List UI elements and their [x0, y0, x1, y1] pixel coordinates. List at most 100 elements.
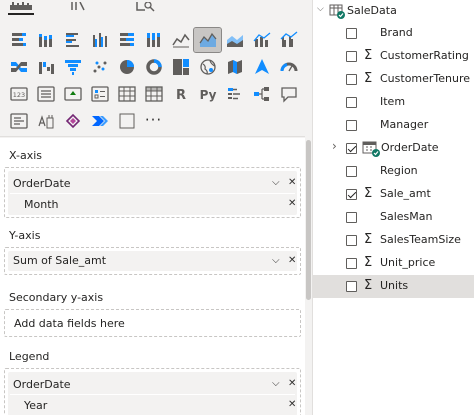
- kpi-button[interactable]: [59, 82, 86, 106]
- power-apps-button[interactable]: [59, 109, 86, 133]
- sigma-icon: Σ: [364, 255, 373, 270]
- format-visual-tab[interactable]: [70, 0, 90, 12]
- 100-stacked-column-button[interactable]: [140, 28, 167, 52]
- stacked-column-icon: [37, 31, 55, 49]
- field-item[interactable]: Σ SalesTeamSize: [313, 229, 474, 252]
- close-icon[interactable]: ✕: [288, 378, 296, 390]
- field-item[interactable]: Manager: [313, 114, 474, 137]
- scatter-chart-button[interactable]: [86, 55, 113, 79]
- line-clustered-column-icon: [280, 31, 298, 49]
- yaxis-well[interactable]: Sum of Sale_amt ⌵ ✕: [4, 247, 301, 275]
- field-item[interactable]: Σ Sale_amt: [313, 183, 474, 206]
- yaxis-field-card[interactable]: Sum of Sale_amt ⌵ ✕: [8, 251, 297, 271]
- chevron-right-icon[interactable]: ›: [332, 139, 337, 153]
- secondary-axis-well[interactable]: Add data fields here: [4, 309, 301, 337]
- r-visual-icon: R: [172, 85, 190, 103]
- field-item[interactable]: Σ CustomerTenure: [313, 68, 474, 91]
- field-label: Sale_amt: [380, 187, 431, 200]
- legend-well[interactable]: OrderDate ⌵ ✕ Year ✕: [4, 368, 301, 415]
- chevron-down-icon[interactable]: ⌵: [272, 255, 280, 267]
- viz-pane-tabs: [0, 0, 312, 16]
- pie-chart-button[interactable]: [113, 55, 140, 79]
- checkbox[interactable]: [346, 258, 357, 269]
- field-label: Region: [380, 164, 418, 177]
- field-item[interactable]: Σ CustomerRating: [313, 45, 474, 68]
- checkbox-checked[interactable]: [346, 143, 357, 154]
- paginated-report-button[interactable]: [32, 109, 59, 133]
- treemap-button[interactable]: [167, 55, 194, 79]
- stacked-area-button[interactable]: [221, 28, 248, 52]
- field-item[interactable]: Σ Unit_price: [313, 252, 474, 275]
- checkbox[interactable]: [346, 212, 357, 223]
- map-button[interactable]: [194, 55, 221, 79]
- line-clustered-column-button[interactable]: [275, 28, 302, 52]
- area-chart-button[interactable]: [193, 26, 222, 53]
- checkbox[interactable]: [346, 51, 357, 62]
- clustered-column-button[interactable]: [86, 28, 113, 52]
- r-visual-button[interactable]: R: [167, 82, 194, 106]
- python-visual-button[interactable]: Py: [194, 82, 221, 106]
- donut-chart-button[interactable]: [140, 55, 167, 79]
- legend-field-card[interactable]: OrderDate ⌵ ✕ Year ✕: [8, 372, 297, 415]
- close-icon[interactable]: ✕: [288, 198, 296, 210]
- field-item[interactable]: SalesMan: [313, 206, 474, 229]
- custom-visual-button[interactable]: [113, 109, 140, 133]
- power-automate-button[interactable]: [86, 109, 113, 133]
- stacked-column-button[interactable]: [32, 28, 59, 52]
- secondary-axis-well-title: Secondary y-axis: [9, 291, 104, 304]
- field-label: OrderDate: [381, 141, 439, 154]
- funnel-chart-button[interactable]: [59, 55, 86, 79]
- azure-map-button[interactable]: [248, 55, 275, 79]
- decomposition-tree-button[interactable]: [248, 82, 275, 106]
- checkbox[interactable]: [346, 120, 357, 131]
- build-visual-tab[interactable]: [8, 0, 34, 15]
- analytics-icon: [136, 2, 155, 12]
- checkbox[interactable]: [346, 28, 357, 39]
- key-influencers-button[interactable]: [221, 82, 248, 106]
- field-label: SalesMan: [380, 210, 433, 223]
- checkbox[interactable]: [346, 281, 357, 292]
- gauge-button[interactable]: [275, 55, 302, 79]
- checkbox[interactable]: [346, 97, 357, 108]
- wells-scrollbar[interactable]: [305, 138, 312, 415]
- table-button[interactable]: [113, 82, 140, 106]
- close-icon[interactable]: ✕: [288, 255, 296, 267]
- line-stacked-column-button[interactable]: [248, 28, 275, 52]
- analytics-tab[interactable]: [135, 0, 155, 12]
- close-icon[interactable]: ✕: [288, 399, 296, 411]
- card-icon: 123: [9, 85, 28, 103]
- ribbon-chart-icon: [10, 58, 28, 76]
- table-header[interactable]: ⌵ SaleData: [313, 0, 474, 22]
- checkbox[interactable]: [346, 166, 357, 177]
- more-visuals-button[interactable]: ···: [140, 109, 167, 133]
- checkbox[interactable]: [346, 74, 357, 85]
- 100-stacked-bar-button[interactable]: [113, 28, 140, 52]
- field-item[interactable]: › OrderDate: [313, 137, 474, 160]
- xaxis-field-card[interactable]: OrderDate ⌵ ✕ Month ✕: [8, 171, 297, 215]
- close-icon[interactable]: ✕: [288, 177, 296, 189]
- legend-well-title: Legend: [9, 350, 50, 363]
- chevron-down-icon[interactable]: ⌵: [272, 177, 280, 189]
- field-item[interactable]: Brand: [313, 22, 474, 45]
- clustered-bar-button[interactable]: [59, 28, 86, 52]
- checkbox-checked[interactable]: [346, 189, 357, 200]
- qa-button[interactable]: [275, 82, 302, 106]
- smart-narrative-button[interactable]: [5, 109, 32, 133]
- matrix-button[interactable]: [140, 82, 167, 106]
- multi-row-card-button[interactable]: [32, 82, 59, 106]
- slicer-button[interactable]: [86, 82, 113, 106]
- stacked-bar-button[interactable]: [5, 28, 32, 52]
- waterfall-chart-button[interactable]: [32, 55, 59, 79]
- ribbon-chart-button[interactable]: [5, 55, 32, 79]
- filled-map-button[interactable]: [221, 55, 248, 79]
- field-item[interactable]: Region: [313, 160, 474, 183]
- card-button[interactable]: 123: [5, 82, 32, 106]
- xaxis-well[interactable]: OrderDate ⌵ ✕ Month ✕: [4, 167, 301, 218]
- field-item[interactable]: Item: [313, 91, 474, 114]
- scrollbar-thumb[interactable]: [306, 140, 311, 300]
- chevron-down-icon[interactable]: ⌵: [317, 4, 324, 14]
- field-item[interactable]: Σ Units: [313, 275, 474, 298]
- chevron-down-icon[interactable]: ⌵: [272, 378, 280, 390]
- line-chart-button[interactable]: [167, 28, 194, 52]
- checkbox[interactable]: [346, 235, 357, 246]
